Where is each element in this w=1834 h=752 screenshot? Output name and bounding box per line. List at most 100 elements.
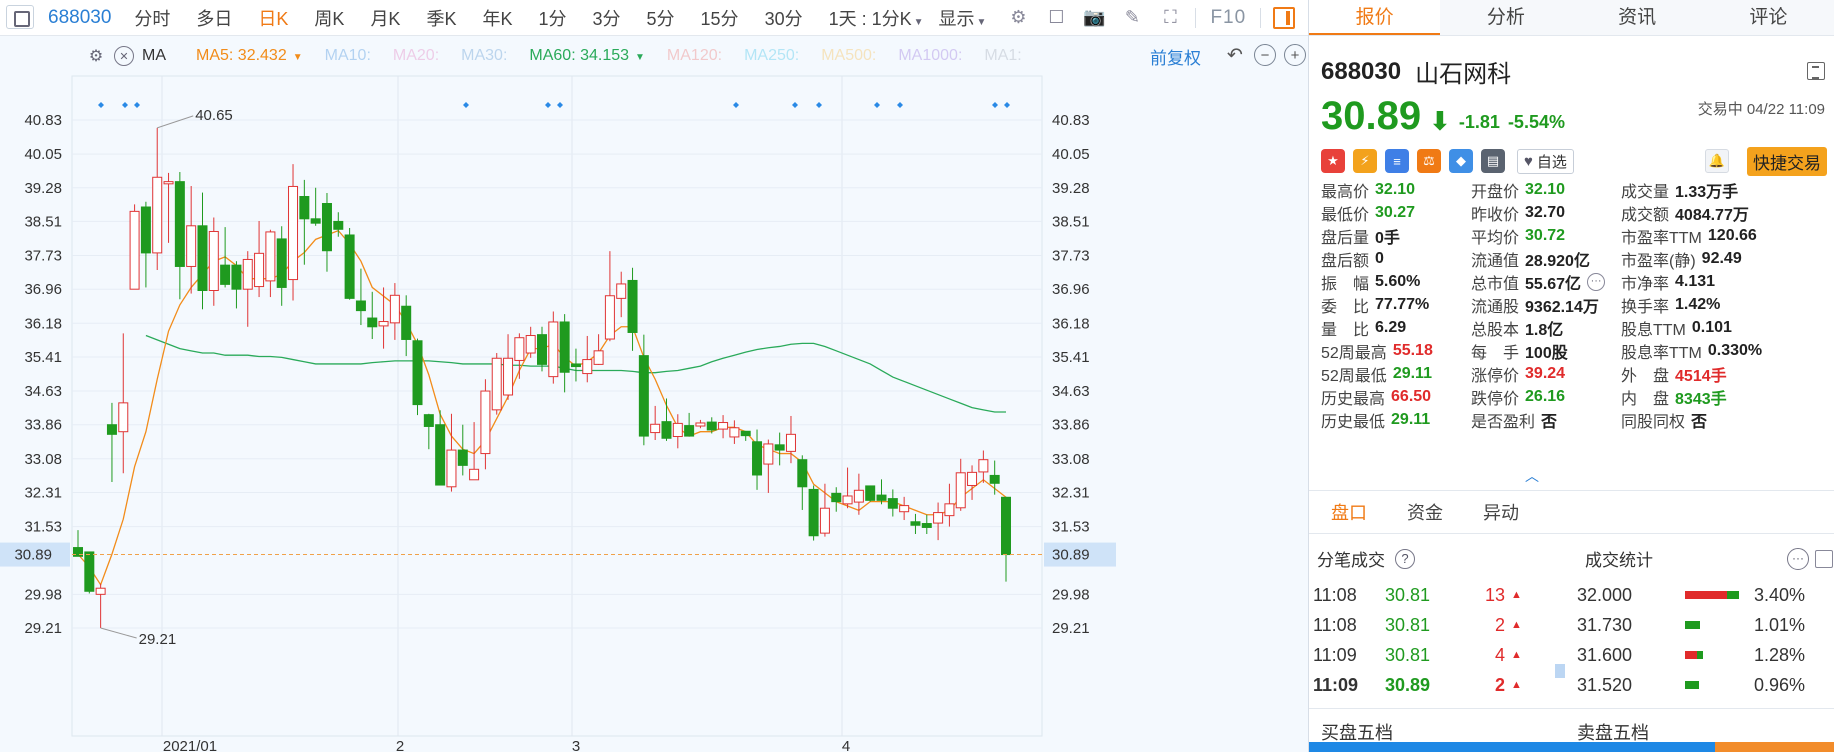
china-flag-icon[interactable]: ★: [1321, 149, 1345, 173]
ma-item[interactable]: MA250:: [744, 47, 799, 65]
range-selector[interactable]: 1天 : 1分K ▼: [816, 5, 937, 31]
stat-value: 92.49: [1701, 250, 1742, 267]
ma-item[interactable]: MA120:: [667, 47, 722, 65]
display-menu[interactable]: 显示 ▼: [937, 5, 1000, 31]
ma-legend: ⚙ ✕ MA MA5: 32.432 ▼ MA10: MA20: MA30: MA60: …: [86, 44, 1044, 68]
period-tabs: 分时 多日 日K 周K 月K 季K 年K 1分 3分 5分 15分 30分: [121, 5, 815, 31]
ma-item[interactable]: MA1000:: [898, 47, 962, 65]
quick-trade-button[interactable]: 快捷交易: [1747, 146, 1827, 176]
stat-item: 昨收价 32.70: [1471, 201, 1565, 225]
close-icon[interactable]: ✕: [114, 46, 134, 66]
period-tab[interactable]: 日K: [245, 5, 301, 31]
help-icon[interactable]: ?: [1395, 548, 1415, 569]
bell-icon[interactable]: 🔔: [1705, 149, 1729, 173]
caret-down-icon: ▼: [292, 52, 303, 63]
date-tick: 3: [572, 738, 580, 752]
settings-icon[interactable]: ⚙: [1007, 7, 1029, 29]
period-tab[interactable]: 月K: [357, 5, 413, 31]
candle-body: [774, 444, 785, 451]
ma-item[interactable]: MA500:: [821, 47, 876, 65]
f10-button[interactable]: F10: [1202, 7, 1254, 29]
more-icon[interactable]: ···: [1587, 273, 1606, 291]
candle-body: [831, 492, 842, 503]
price-change-pct: -5.54%: [1507, 112, 1565, 132]
zoom-in-icon[interactable]: +: [1284, 44, 1306, 66]
detail-tab[interactable]: 资金: [1385, 499, 1443, 525]
candle-body: [446, 449, 457, 488]
candle-body: [333, 220, 344, 230]
window-icon[interactable]: [1815, 549, 1833, 568]
candle-body: [265, 231, 276, 282]
trades-title: 分笔成交: [1317, 551, 1385, 570]
volstat-row: 31.520 0.96%: [1577, 670, 1827, 700]
lightning-icon[interactable]: ⚡: [1353, 149, 1377, 173]
more-icon[interactable]: ···: [1787, 547, 1809, 570]
database-icon[interactable]: ≡: [1385, 149, 1409, 173]
square-icon[interactable]: ☐: [1045, 7, 1067, 29]
kline-chart[interactable]: ⚙ ✕ MA MA5: 32.432 ▼ MA10: MA20: MA30: MA60: …: [0, 36, 1308, 752]
undo-icon[interactable]: ↶: [1224, 44, 1246, 66]
stat-item: 流通值 28.920亿: [1471, 247, 1590, 271]
stat-value: 32.10: [1525, 181, 1566, 198]
panel-toggle-icon[interactable]: [1273, 6, 1296, 29]
stat-label: 振 幅: [1321, 276, 1370, 293]
period-tab[interactable]: 1分: [525, 5, 579, 31]
candle-body: [616, 283, 627, 299]
stat-label: 股息率TTM: [1621, 345, 1702, 362]
detail-tab[interactable]: 异动: [1461, 499, 1519, 525]
price-tick-left: 29.21: [24, 620, 62, 637]
ma-item[interactable]: MA1:: [984, 47, 1021, 65]
quote-tab[interactable]: 资讯: [1572, 0, 1703, 35]
collapse-icon[interactable]: [1807, 62, 1825, 80]
price-adjust-button[interactable]: 前复权: [1150, 44, 1201, 69]
period-tab[interactable]: 季K: [413, 5, 469, 31]
scrollbar[interactable]: [1555, 664, 1565, 678]
period-tab[interactable]: 周K: [301, 5, 357, 31]
candle-body: [129, 210, 140, 290]
period-tab[interactable]: 多日: [183, 5, 245, 31]
tag-icon[interactable]: ◆: [1449, 149, 1473, 173]
price-tick-right: 29.21: [1052, 620, 1090, 637]
symbol-selector[interactable]: 688030: [0, 4, 121, 29]
fullscreen-icon[interactable]: ⛶: [1159, 7, 1181, 29]
quote-tab[interactable]: 评论: [1703, 0, 1834, 35]
settings-icon[interactable]: ⚙: [86, 46, 106, 66]
chevron-up-icon[interactable]: ︿: [1525, 466, 1539, 486]
stat-item: 市盈率TTM 120.66: [1621, 224, 1757, 248]
period-tab[interactable]: 15分: [688, 5, 752, 31]
add-watchlist-button[interactable]: ♥ 自选: [1517, 148, 1574, 174]
zoom-out-icon[interactable]: −: [1254, 44, 1276, 66]
ma-item[interactable]: MA30:: [461, 47, 507, 65]
quote-tab[interactable]: 报价: [1309, 0, 1441, 35]
period-tab[interactable]: 年K: [469, 5, 525, 31]
ma-item[interactable]: MA5: 32.432 ▼: [196, 47, 303, 65]
ma-item[interactable]: MA10:: [325, 47, 371, 65]
ma-item[interactable]: MA60: 34.153 ▼: [529, 47, 645, 65]
stat-label: 量 比: [1321, 322, 1370, 339]
pen-icon[interactable]: ✎: [1121, 7, 1143, 29]
period-tab[interactable]: 分时: [121, 5, 183, 31]
candle-body: [480, 390, 491, 455]
candle-body: [910, 521, 921, 526]
period-tab[interactable]: 5分: [634, 5, 688, 31]
period-tab[interactable]: 30分: [752, 5, 816, 31]
ma-item[interactable]: MA20:: [393, 47, 439, 65]
price-tick-left: 36.96: [24, 281, 62, 298]
period-tab[interactable]: 3分: [580, 5, 634, 31]
note-icon[interactable]: ▤: [1481, 149, 1505, 173]
min-price-label: 29.21: [139, 631, 177, 648]
candle-body: [593, 350, 604, 365]
layout-icon[interactable]: [6, 4, 34, 29]
candle-body: [412, 340, 423, 406]
candle-body: [570, 363, 581, 368]
watch-label: 自选: [1536, 153, 1567, 171]
stat-label: 流通值: [1471, 253, 1520, 270]
ma-selector[interactable]: MA: [142, 47, 166, 65]
camera-icon[interactable]: 📷: [1083, 7, 1105, 29]
volstat-price: 31.520: [1577, 674, 1633, 695]
candle-body: [525, 335, 536, 354]
detail-tab[interactable]: 盘口: [1309, 499, 1367, 525]
quote-tab[interactable]: 分析: [1440, 0, 1571, 35]
stat-value: 26.16: [1525, 388, 1566, 405]
scale-icon[interactable]: ⚖: [1417, 149, 1441, 173]
